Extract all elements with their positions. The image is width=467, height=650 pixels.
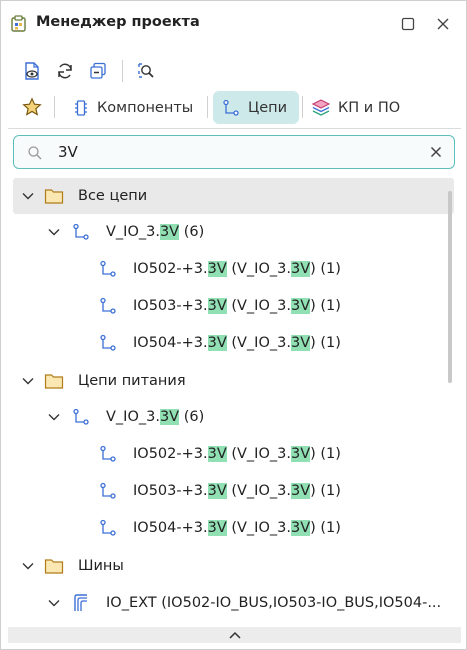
- tab-nets[interactable]: Цепи: [213, 91, 299, 124]
- component-chip-icon: [72, 98, 90, 118]
- folder-label: Все цепи: [78, 188, 148, 204]
- folder-label: Цепи питания: [78, 373, 186, 389]
- star-icon: [22, 97, 42, 116]
- show-document-button[interactable]: [19, 58, 45, 84]
- pin-label: IO502-+3.3V (V_IO_3.3V) (1): [133, 446, 341, 462]
- net-icon: [98, 518, 118, 538]
- document-eye-icon: [25, 62, 39, 80]
- tab-components[interactable]: Компоненты: [64, 91, 199, 124]
- net-icon: [98, 259, 118, 279]
- chevron-down-icon[interactable]: [21, 374, 35, 388]
- refresh-button[interactable]: [52, 58, 78, 84]
- tree-net-item[interactable]: V_IO_3.3V (6): [13, 214, 454, 250]
- search-icon: [28, 146, 42, 160]
- pin-label: IO502-+3.3V (V_IO_3.3V) (1): [133, 261, 341, 277]
- favorites-button[interactable]: [19, 94, 45, 120]
- bus-icon: [71, 593, 91, 613]
- pin-label: IO503-+3.3V (V_IO_3.3V) (1): [133, 483, 341, 499]
- refresh-icon: [58, 63, 72, 79]
- folder-icon: [44, 186, 64, 206]
- folder-icon: [44, 371, 64, 391]
- tab-components-label: Компоненты: [97, 99, 194, 116]
- net-icon: [98, 481, 118, 501]
- chevron-up-icon: [228, 631, 241, 639]
- close-button[interactable]: [433, 14, 453, 34]
- collapse-all-button[interactable]: [85, 58, 111, 84]
- tree-bus-item[interactable]: IO_EXT (IO502-IO_BUS,IO503-IO_BUS,IO504-…: [13, 585, 454, 621]
- net-icon: [98, 296, 118, 316]
- net-icon: [221, 98, 241, 118]
- folder-label: Шины: [78, 558, 124, 574]
- tree-pin-item[interactable]: IO503-+3.3V (V_IO_3.3V) (1): [13, 288, 454, 324]
- layers-icon: [311, 98, 331, 118]
- vertical-scrollbar[interactable]: [448, 191, 452, 383]
- chevron-down-icon[interactable]: [21, 189, 35, 203]
- chevron-down-icon[interactable]: [47, 410, 61, 424]
- project-manager-panel: Менеджер проекта Компоненты Цепи КП и ПО…: [0, 0, 467, 650]
- project-manager-icon: [10, 15, 28, 33]
- chevron-down-icon[interactable]: [47, 225, 61, 239]
- tree-folder-buses[interactable]: Шины: [13, 548, 454, 584]
- folder-icon: [44, 556, 64, 576]
- nets-tree: Все цепи V_IO_3.3V (6) IO502-+3.3V (V_IO…: [13, 177, 454, 624]
- tree-pin-item[interactable]: IO502-+3.3V (V_IO_3.3V) (1): [13, 251, 454, 287]
- expand-bottom-panel-button[interactable]: [8, 627, 461, 643]
- tree-pin-item[interactable]: IO503-+3.3V (V_IO_3.3V) (1): [13, 473, 454, 509]
- net-icon: [71, 222, 91, 242]
- close-icon: [437, 18, 449, 30]
- tabs-divider: [8, 128, 461, 129]
- tree-folder-all-nets[interactable]: Все цепи: [13, 178, 454, 214]
- chevron-down-icon[interactable]: [47, 596, 61, 610]
- panel-title: Менеджер проекта: [36, 14, 200, 30]
- net-icon: [71, 407, 91, 427]
- clear-search-icon[interactable]: [428, 144, 444, 160]
- bus-label: IO_EXT (IO502-IO_BUS,IO503-IO_BUS,IO504-…: [106, 595, 442, 611]
- toolbar-separator: [122, 60, 123, 82]
- tab-pads-vias-label: КП и ПО: [338, 99, 401, 116]
- maximize-icon: [401, 17, 415, 31]
- tabs-separator-mid: [207, 96, 208, 118]
- tree-pin-item[interactable]: IO502-+3.3V (V_IO_3.3V) (1): [13, 436, 454, 472]
- tree-net-item[interactable]: V_IO_3.3V (6): [13, 399, 454, 435]
- tree-folder-power-nets[interactable]: Цепи питания: [13, 363, 454, 399]
- tab-nets-label: Цепи: [248, 99, 288, 116]
- search-box: [13, 135, 455, 169]
- tree-pin-item[interactable]: IO504-+3.3V (V_IO_3.3V) (1): [13, 510, 454, 546]
- net-label: V_IO_3.3V (6): [106, 224, 205, 240]
- net-icon: [98, 333, 118, 353]
- chevron-down-icon[interactable]: [21, 559, 35, 573]
- net-icon: [98, 444, 118, 464]
- net-label: V_IO_3.3V (6): [106, 409, 205, 425]
- pin-label: IO503-+3.3V (V_IO_3.3V) (1): [133, 298, 341, 314]
- pin-label: IO504-+3.3V (V_IO_3.3V) (1): [133, 520, 341, 536]
- pin-label: IO504-+3.3V (V_IO_3.3V) (1): [133, 335, 341, 351]
- tab-pads-vias[interactable]: КП и ПО: [303, 91, 413, 124]
- find-in-document-button[interactable]: [133, 58, 159, 84]
- collapse-all-icon: [90, 62, 106, 79]
- tree-pin-item[interactable]: IO504-+3.3V (V_IO_3.3V) (1): [13, 325, 454, 361]
- tabs-separator-left: [54, 96, 55, 118]
- search-input[interactable]: [58, 141, 418, 163]
- maximize-button[interactable]: [398, 14, 418, 34]
- search-document-icon: [138, 63, 154, 78]
